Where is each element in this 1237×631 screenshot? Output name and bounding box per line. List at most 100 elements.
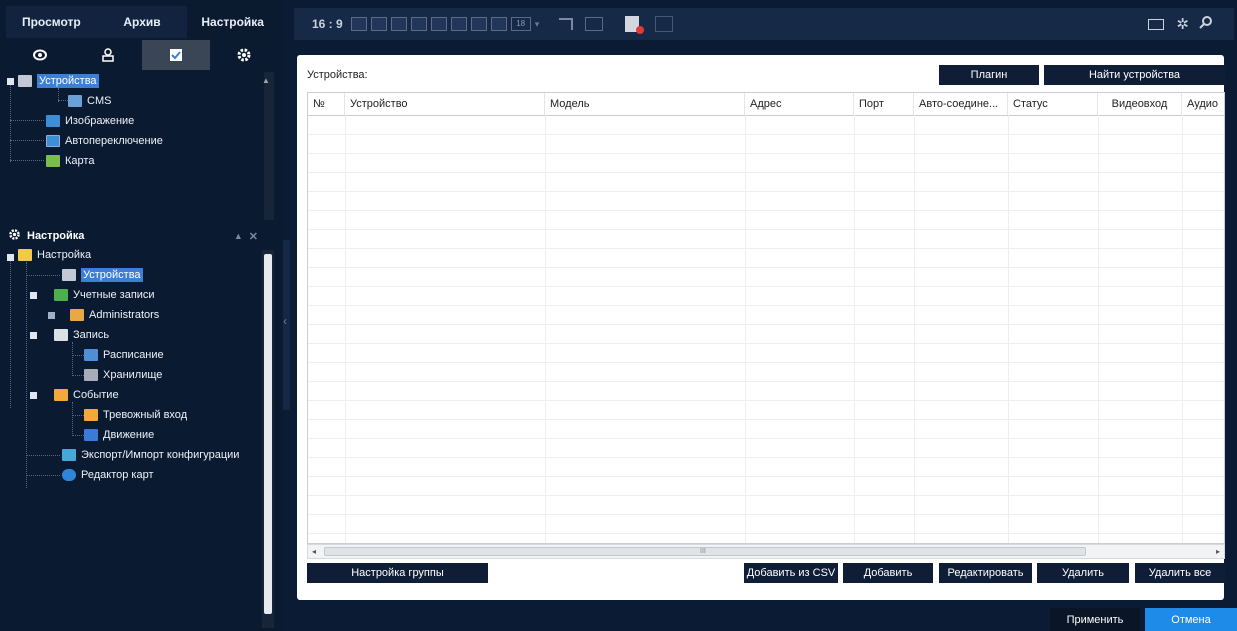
gear-icon[interactable] bbox=[210, 40, 278, 70]
find-devices-button[interactable]: Найти устройства bbox=[1044, 65, 1225, 85]
collapse-icon[interactable] bbox=[30, 332, 37, 339]
table-row bbox=[308, 134, 1224, 135]
layout-1-icon[interactable] bbox=[350, 17, 367, 31]
users-icon bbox=[54, 289, 68, 301]
top-nav: Просмотр Архив Настройка bbox=[6, 6, 279, 38]
expand-icon[interactable] bbox=[48, 312, 55, 319]
delete-button[interactable]: Удалить bbox=[1037, 563, 1129, 583]
col-header-autoconnect[interactable]: Авто-соедине... bbox=[914, 93, 1008, 115]
people-icon[interactable] bbox=[74, 40, 142, 70]
edit-button[interactable]: Редактировать bbox=[939, 563, 1032, 583]
add-from-csv-button[interactable]: Добавить из CSV bbox=[744, 563, 838, 583]
layout-4-icon[interactable] bbox=[410, 17, 427, 31]
layout-9-icon[interactable] bbox=[470, 17, 487, 31]
scrollbar-settings[interactable] bbox=[262, 250, 274, 628]
table-row bbox=[308, 514, 1224, 515]
scroll-grip: III bbox=[700, 548, 706, 555]
table-row bbox=[308, 191, 1224, 192]
alarm-icon bbox=[84, 409, 98, 421]
tree-item-image[interactable]: Изображение bbox=[46, 112, 134, 130]
collapse-icon[interactable] bbox=[30, 392, 37, 399]
tree-item-storage[interactable]: Хранилище bbox=[84, 366, 162, 384]
col-header-number[interactable]: № bbox=[308, 93, 345, 115]
horizontal-scrollbar[interactable]: ◂ III ▸ bbox=[307, 544, 1225, 559]
tree-item-record[interactable]: Запись bbox=[54, 326, 109, 344]
aspect-ratio[interactable]: 16 : 9 bbox=[312, 17, 343, 31]
group-settings-button[interactable]: Настройка группы bbox=[307, 563, 488, 583]
tree-item-cms[interactable]: CMS bbox=[68, 92, 111, 110]
admin-icon bbox=[70, 309, 84, 321]
table-row bbox=[308, 267, 1224, 268]
autoswitch-icon bbox=[46, 135, 60, 147]
layout-3-icon[interactable] bbox=[390, 17, 407, 31]
scrollbar-tree-devices[interactable] bbox=[264, 72, 274, 220]
tree-item-map-editor[interactable]: Редактор карт bbox=[62, 466, 154, 484]
delete-all-button[interactable]: Удалить все bbox=[1135, 563, 1225, 583]
tree-item-devices[interactable]: Устройства bbox=[62, 266, 143, 284]
scroll-up-icon[interactable]: ▲ bbox=[262, 76, 270, 85]
collapse-panel-icon[interactable]: ▲ bbox=[234, 231, 243, 241]
settings-icon[interactable]: ✲ bbox=[1176, 15, 1189, 33]
screen-layout-icon[interactable] bbox=[655, 16, 674, 32]
tree-item-accounts[interactable]: Учетные записи bbox=[54, 286, 155, 304]
table-row bbox=[308, 362, 1224, 363]
collapse-icon[interactable] bbox=[30, 292, 37, 299]
layout-count[interactable]: 18 bbox=[510, 17, 531, 31]
close-icon[interactable]: ✕ bbox=[249, 230, 258, 243]
tree-item-autoswitch[interactable]: Автопереключение bbox=[46, 132, 163, 150]
scroll-right-icon[interactable]: ▸ bbox=[1216, 545, 1220, 558]
search-icon[interactable] bbox=[1199, 16, 1212, 32]
col-header-model[interactable]: Модель bbox=[545, 93, 745, 115]
keyboard-icon[interactable] bbox=[1148, 18, 1165, 30]
scrollbar-thumb[interactable] bbox=[264, 254, 272, 614]
table-row bbox=[308, 210, 1224, 211]
tree-item-settings-root[interactable]: Настройка bbox=[18, 246, 91, 264]
col-header-address[interactable]: Адрес bbox=[745, 93, 854, 115]
collapse-icon[interactable] bbox=[7, 78, 14, 85]
col-header-device[interactable]: Устройство bbox=[345, 93, 545, 115]
table-column-divider bbox=[1008, 115, 1009, 543]
tree-item-map[interactable]: Карта bbox=[46, 152, 94, 170]
gear-icon bbox=[8, 228, 21, 244]
apply-button[interactable]: Применить bbox=[1050, 608, 1140, 631]
add-button[interactable]: Добавить bbox=[843, 563, 933, 583]
tab-view[interactable]: Просмотр bbox=[6, 6, 97, 38]
table-row bbox=[308, 305, 1224, 306]
dropdown-icon[interactable]: ▾ bbox=[535, 19, 540, 30]
layout-8-icon[interactable] bbox=[450, 17, 467, 31]
tree-item-administrators[interactable]: Administrators bbox=[70, 306, 159, 324]
record-icon bbox=[54, 329, 68, 341]
map-icon bbox=[46, 155, 60, 167]
col-header-audio[interactable]: Аудио bbox=[1182, 93, 1224, 115]
motion-icon bbox=[84, 429, 98, 441]
table-column-divider bbox=[1098, 115, 1099, 543]
tree-item-event[interactable]: Событие bbox=[54, 386, 119, 404]
tree-item-motion[interactable]: Движение bbox=[84, 426, 154, 444]
tab-archive[interactable]: Архив bbox=[97, 6, 188, 38]
tree-item-alarm-input[interactable]: Тревожный вход bbox=[84, 406, 187, 424]
record-all-icon[interactable] bbox=[625, 16, 645, 34]
scroll-left-icon[interactable]: ◂ bbox=[312, 545, 316, 558]
panel-divider[interactable]: ‹ bbox=[282, 0, 291, 631]
table-row bbox=[308, 229, 1224, 230]
col-header-port[interactable]: Порт bbox=[854, 93, 914, 115]
multi-screen-icon[interactable] bbox=[585, 17, 604, 31]
eye-icon[interactable] bbox=[6, 40, 74, 70]
checklist-icon[interactable] bbox=[142, 40, 210, 70]
layout-2-icon[interactable] bbox=[370, 17, 387, 31]
table-row bbox=[308, 476, 1224, 477]
plugin-button[interactable]: Плагин bbox=[939, 65, 1039, 85]
calendar-icon bbox=[84, 349, 98, 361]
col-header-status[interactable]: Статус bbox=[1008, 93, 1098, 115]
chevron-left-icon[interactable]: ‹ bbox=[283, 314, 287, 328]
layout-6-icon[interactable] bbox=[430, 17, 447, 31]
tree-item-schedule[interactable]: Расписание bbox=[84, 346, 164, 364]
fullscreen-icon[interactable] bbox=[559, 18, 574, 30]
image-icon bbox=[46, 115, 60, 127]
col-header-video-in[interactable]: Видеовход bbox=[1098, 93, 1182, 115]
layout-16-icon[interactable] bbox=[490, 17, 507, 31]
cancel-button[interactable]: Отмена bbox=[1145, 608, 1237, 631]
collapse-icon[interactable] bbox=[7, 254, 14, 261]
tab-settings[interactable]: Настройка bbox=[187, 6, 279, 38]
tree-item-export-import[interactable]: Экспорт/Импорт конфигурации bbox=[62, 446, 239, 464]
